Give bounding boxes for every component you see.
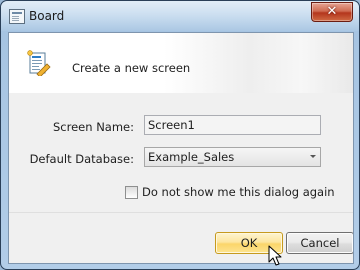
form-area: Screen Name: Screen1 Default Database: E… bbox=[9, 93, 353, 212]
default-database-label: Default Database: bbox=[29, 152, 134, 166]
screen-name-label: Screen Name: bbox=[53, 120, 134, 134]
screen-name-input[interactable]: Screen1 bbox=[144, 115, 321, 135]
window-title: Board bbox=[29, 9, 65, 23]
default-database-select[interactable]: Example_Sales bbox=[144, 147, 321, 167]
dialog-client-area: Create a new screen Screen Name: Screen1… bbox=[8, 32, 354, 264]
header-title: Create a new screen bbox=[72, 61, 191, 75]
dialog-header: Create a new screen bbox=[9, 33, 353, 93]
dialog-window: Board ✕ Create a new screen Screen Name:… bbox=[0, 0, 360, 270]
chevron-down-icon[interactable] bbox=[310, 155, 316, 158]
close-button[interactable]: ✕ bbox=[311, 2, 353, 22]
dont-show-again-checkbox[interactable] bbox=[125, 186, 138, 199]
dialog-window-icon bbox=[9, 9, 25, 24]
title-bar[interactable]: Board ✕ bbox=[1, 1, 359, 31]
default-database-value: Example_Sales bbox=[148, 150, 235, 164]
new-screen-document-icon bbox=[27, 50, 51, 76]
close-icon: ✕ bbox=[326, 4, 338, 19]
dont-show-again-label[interactable]: Do not show me this dialog again bbox=[142, 185, 335, 199]
mouse-pointer-icon bbox=[268, 245, 282, 266]
dialog-footer: OK Cancel bbox=[9, 212, 353, 263]
cancel-button[interactable]: Cancel bbox=[286, 232, 353, 254]
